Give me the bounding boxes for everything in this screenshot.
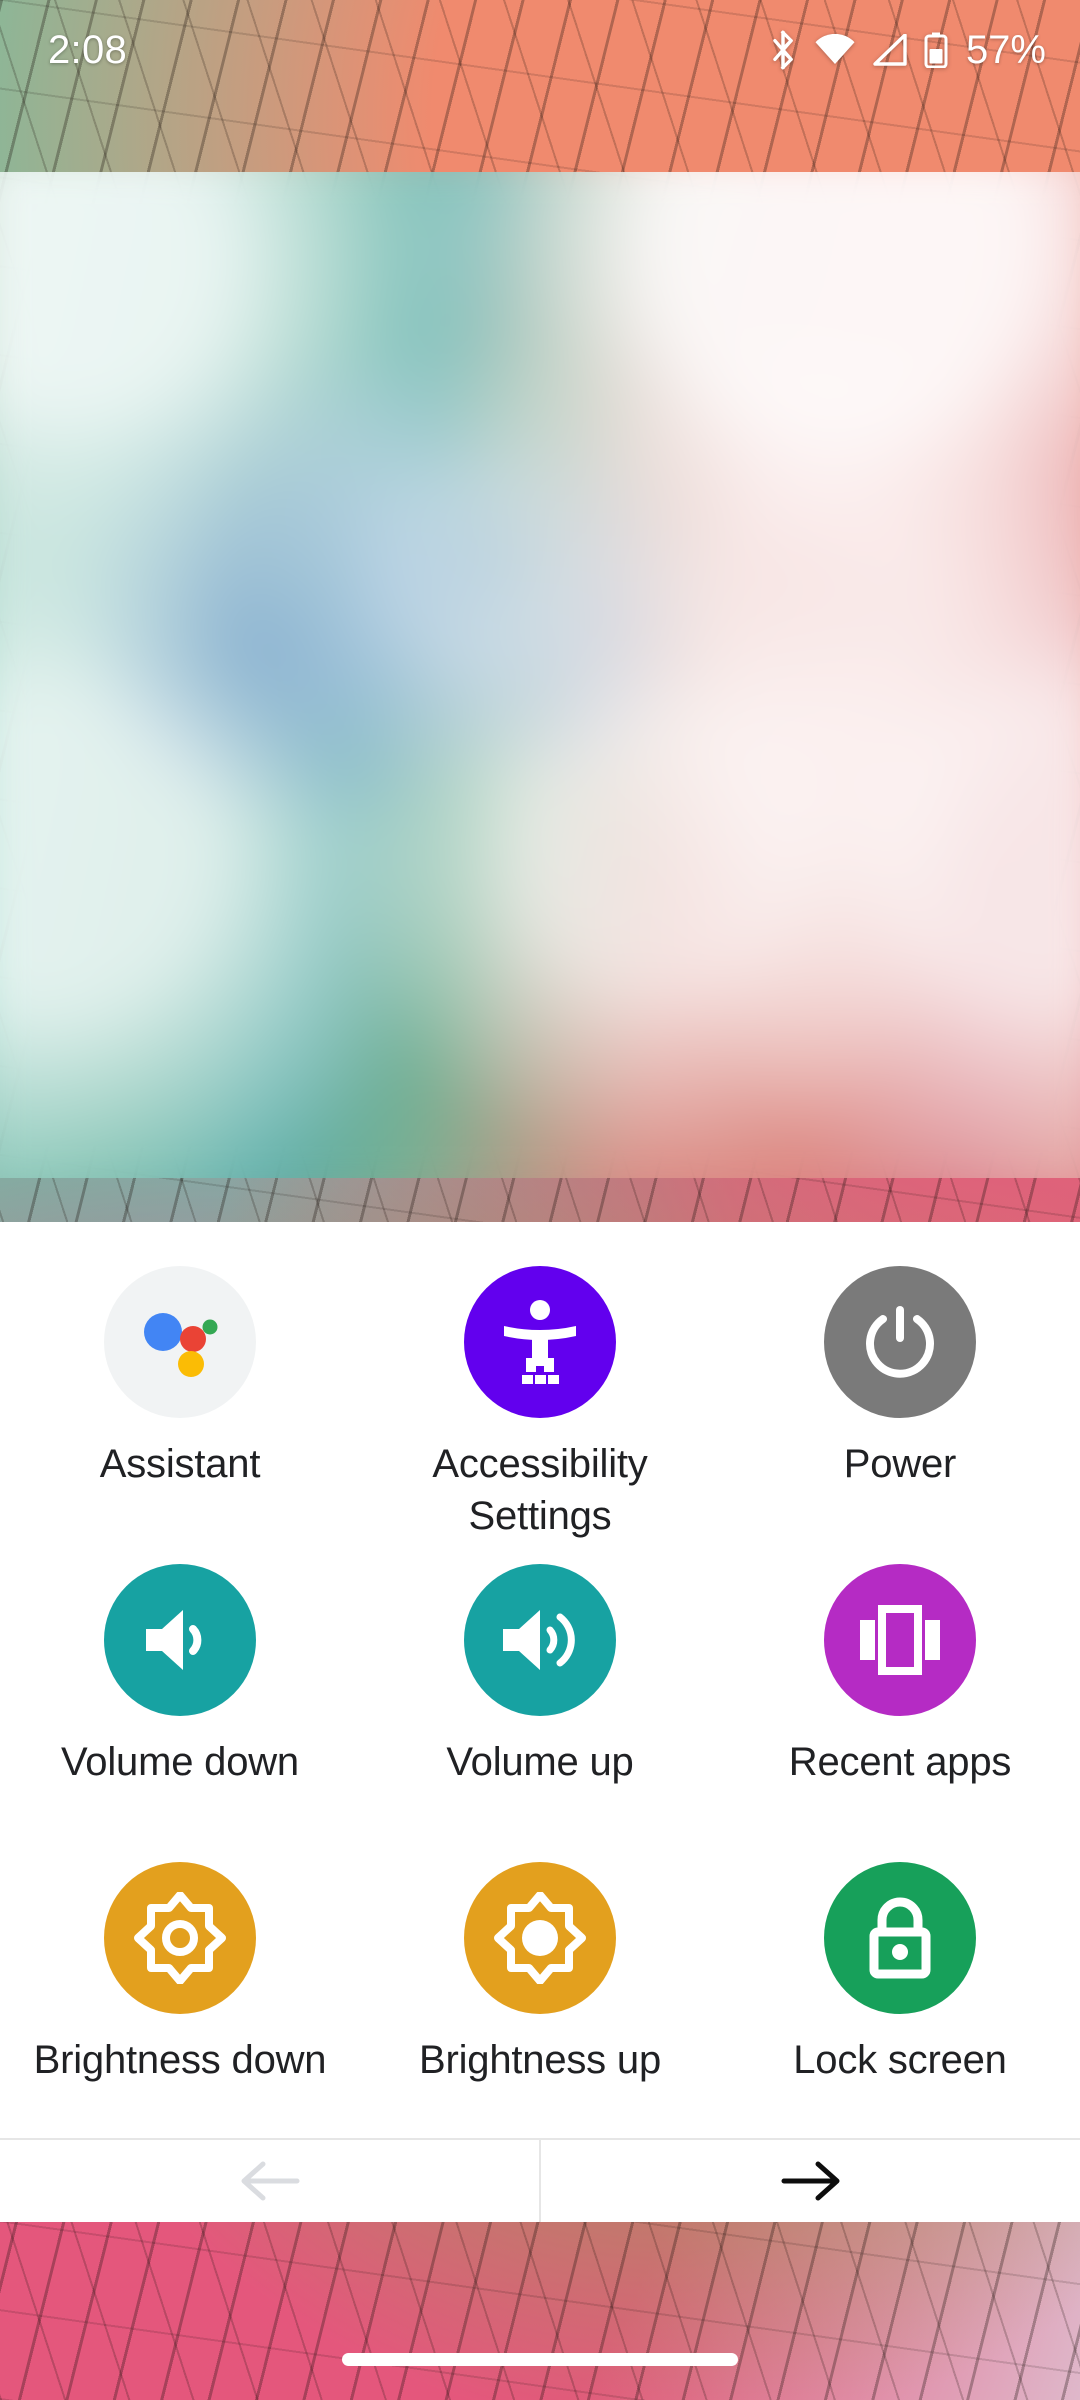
arrow-left-icon	[239, 2157, 301, 2205]
status-bar-icons: 57%	[768, 28, 1046, 73]
volume-up-icon	[464, 1564, 616, 1716]
home-gesture-indicator[interactable]	[342, 2353, 738, 2366]
status-bar-clock: 2:08	[48, 27, 128, 72]
bluetooth-icon	[768, 30, 798, 70]
lock-icon	[824, 1862, 976, 2014]
menu-item-label: Volume down	[61, 1740, 299, 1784]
menu-item-volume-down[interactable]: Volume down	[0, 1542, 360, 1840]
menu-item-label: Accessibility Settings	[432, 1442, 648, 1538]
wifi-icon	[814, 34, 856, 66]
menu-item-brightness-down[interactable]: Brightness down	[0, 1840, 360, 2138]
menu-item-power[interactable]: Power	[720, 1244, 1080, 1542]
menu-item-brightness-up[interactable]: Brightness up	[360, 1840, 720, 2138]
menu-item-volume-up[interactable]: Volume up	[360, 1542, 720, 1840]
menu-item-accessibility-settings[interactable]: Accessibility Settings	[360, 1244, 720, 1542]
recent-apps-icon	[824, 1564, 976, 1716]
accessibility-menu-grid: Assistant Accessibility Settings Power V…	[0, 1222, 1080, 2138]
volume-down-icon	[104, 1564, 256, 1716]
blurred-preview-content	[0, 172, 1080, 1178]
menu-item-label: Volume up	[446, 1740, 634, 1784]
cell-signal-icon	[872, 34, 908, 66]
battery-percent-label: 57%	[965, 27, 1046, 72]
accessibility-menu-sheet: Assistant Accessibility Settings Power V…	[0, 1222, 1080, 2222]
menu-item-label: Assistant	[99, 1442, 261, 1486]
brightness-up-icon	[464, 1862, 616, 2014]
arrow-right-icon	[780, 2157, 842, 2205]
status-bar: 2:08 57%	[0, 0, 1080, 100]
menu-item-assistant[interactable]: Assistant	[0, 1244, 360, 1542]
menu-item-lock-screen[interactable]: Lock screen	[720, 1840, 1080, 2138]
brightness-down-icon	[104, 1862, 256, 2014]
menu-item-label: Lock screen	[793, 2038, 1007, 2082]
battery-icon	[924, 32, 948, 68]
menu-item-label: Brightness down	[33, 2038, 327, 2082]
power-icon	[824, 1266, 976, 1418]
blurred-preview-panel	[0, 172, 1080, 1178]
previous-page-button[interactable]	[0, 2140, 541, 2222]
pagination-bar	[0, 2138, 1080, 2222]
next-page-button[interactable]	[541, 2140, 1080, 2222]
google-assistant-icon	[104, 1266, 256, 1418]
menu-item-label: Recent apps	[788, 1740, 1012, 1784]
accessibility-person-icon	[464, 1266, 616, 1418]
menu-item-recent-apps[interactable]: Recent apps	[720, 1542, 1080, 1840]
menu-item-label: Power	[843, 1442, 957, 1486]
menu-item-label: Brightness up	[419, 2038, 661, 2082]
